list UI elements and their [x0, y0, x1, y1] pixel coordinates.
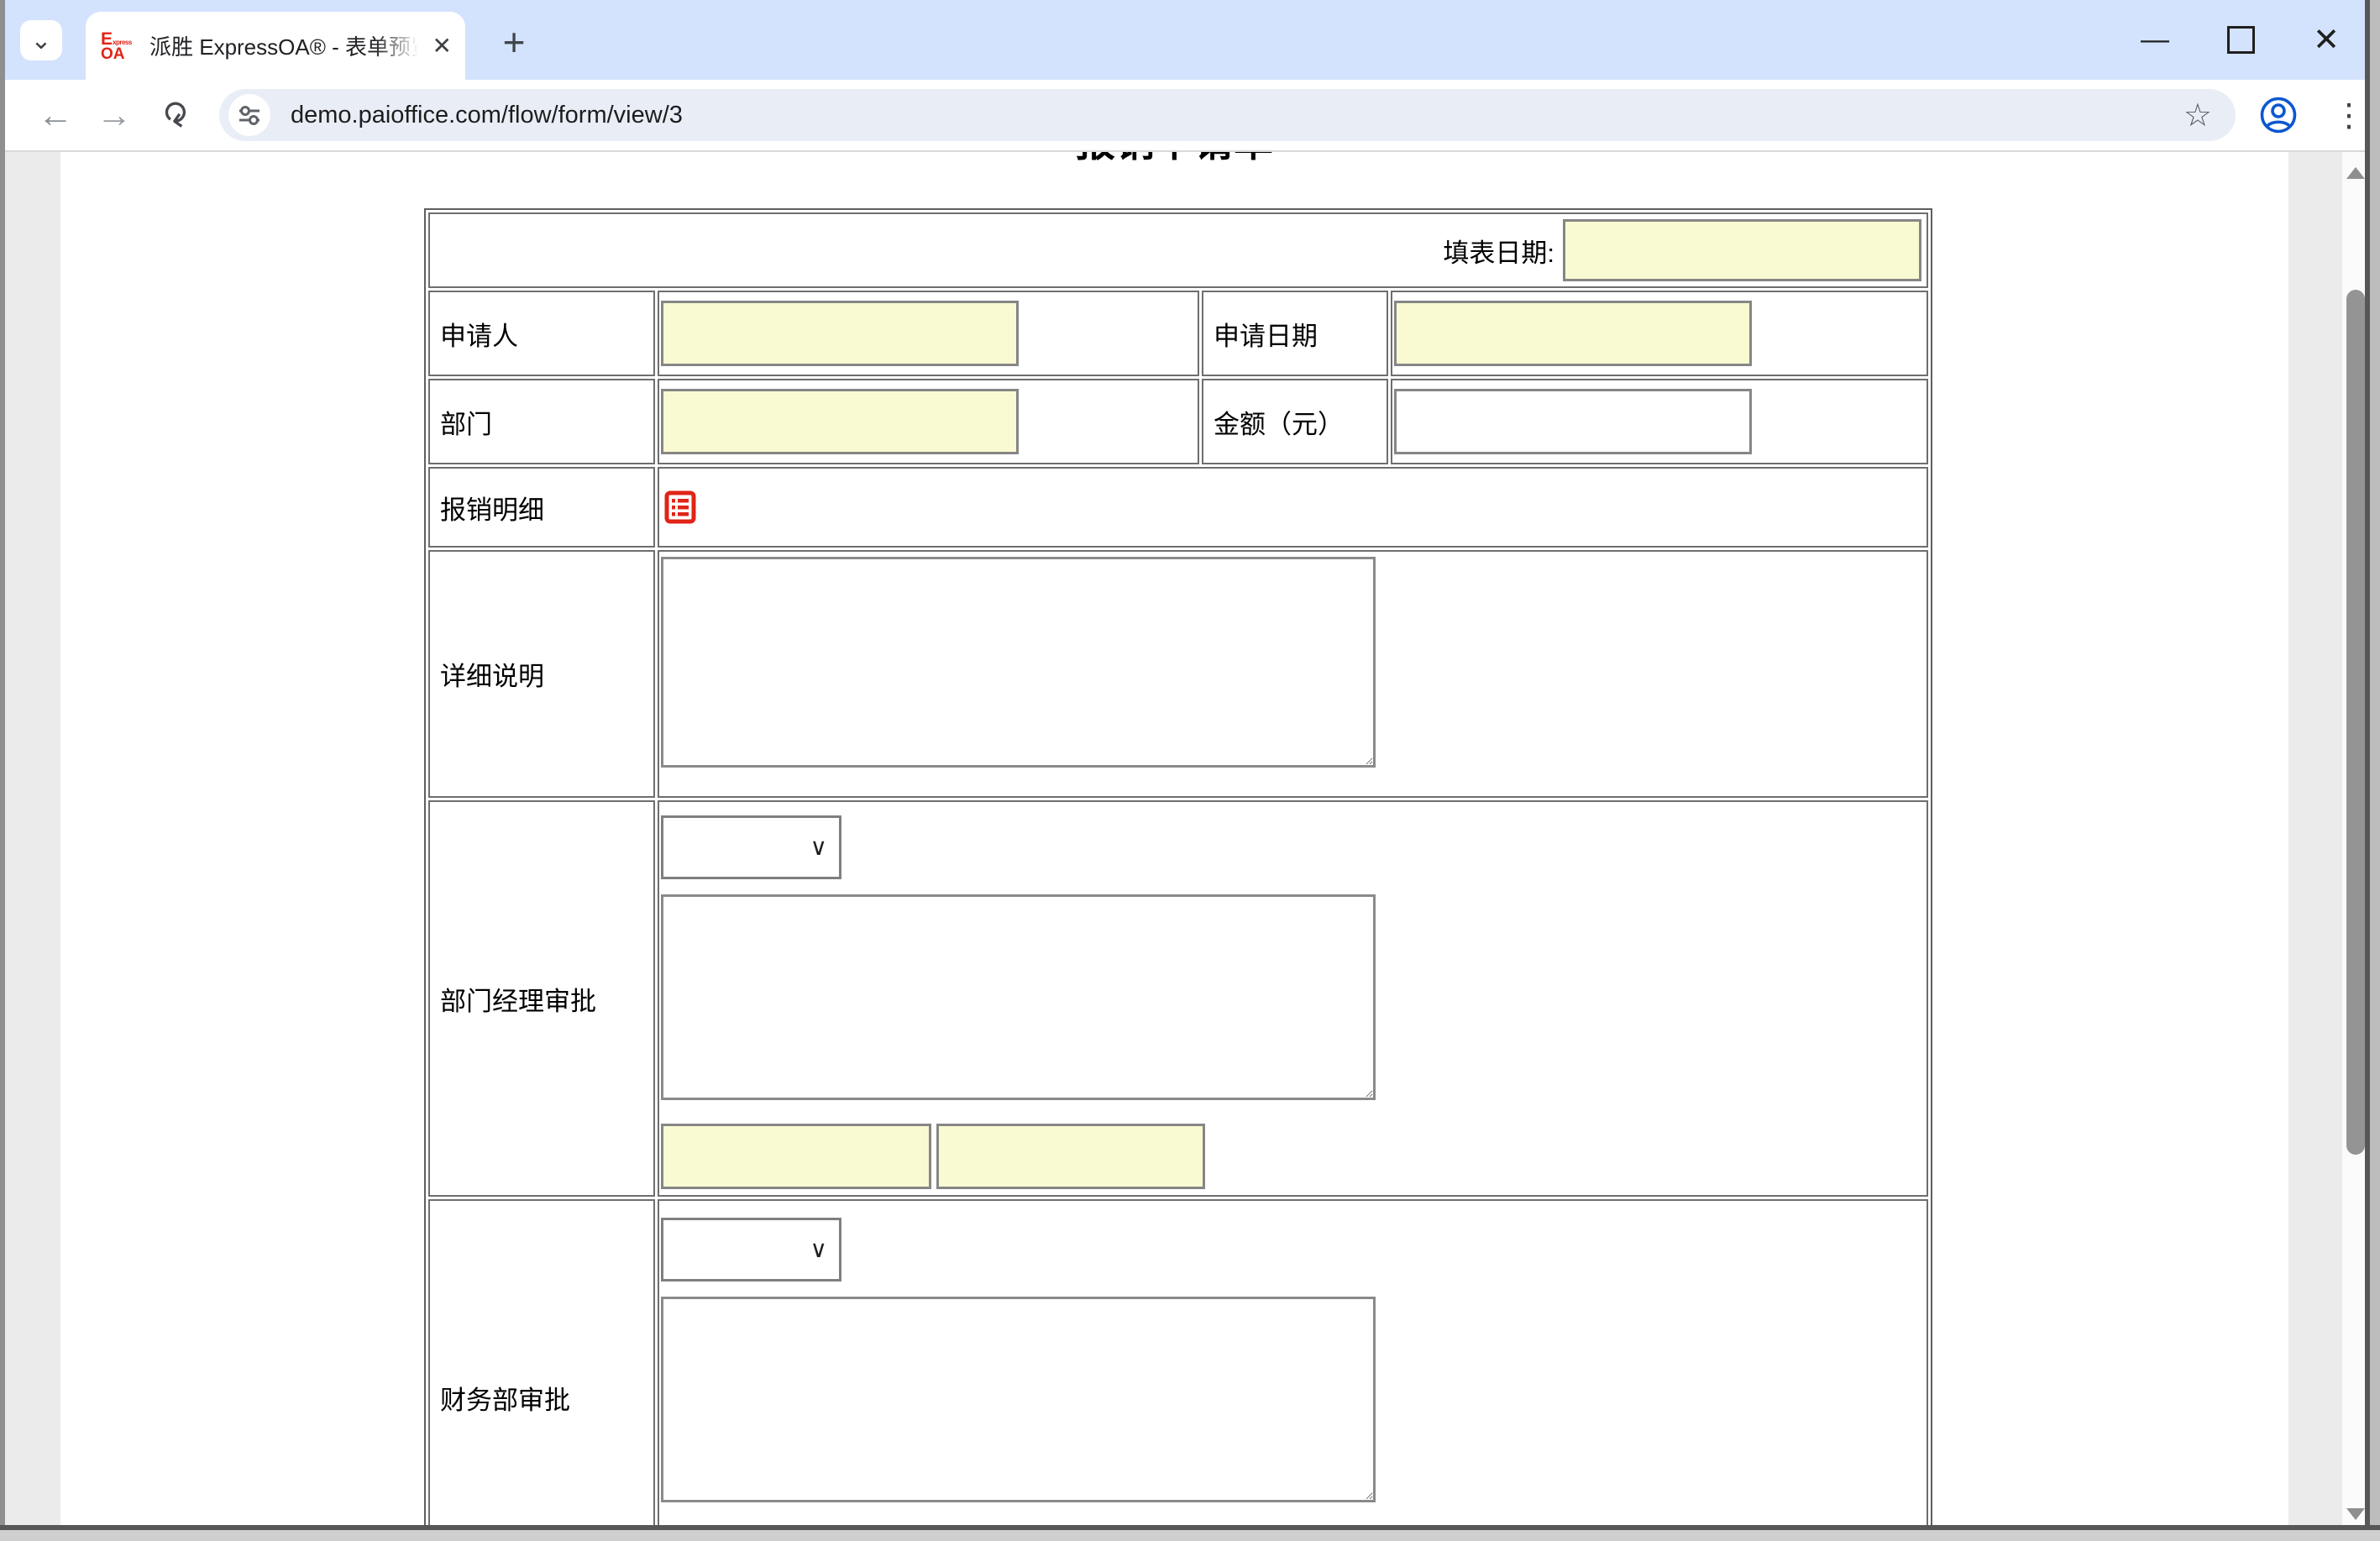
tab-strip: ⌄ Express OA 派胜 ExpressOA® - 表单预览 ✕ + — … [5, 0, 2370, 80]
maximize-button[interactable] [2224, 24, 2257, 57]
form-sheet: 报销申请单 填表日期: 申请人 申请日期 [60, 152, 2288, 1530]
description-textarea[interactable] [661, 557, 1376, 768]
maximize-icon [2227, 26, 2255, 54]
dept-manager-opinion-textarea[interactable] [661, 894, 1376, 1100]
page-viewport: 报销申请单 填表日期: 申请人 申请日期 [5, 152, 2370, 1530]
reload-icon: ⟳ [153, 97, 196, 132]
chevron-down-icon: ∨ [810, 833, 828, 861]
fill-date-row: 填表日期: [428, 212, 1928, 288]
url-text[interactable]: demo.paioffice.com/flow/form/view/3 [291, 102, 2183, 129]
amount-input[interactable] [1394, 389, 1752, 454]
expressoa-favicon-icon: Express OA [101, 30, 138, 62]
finance-opinion-textarea[interactable] [661, 1297, 1376, 1502]
dept-manager-sign-input[interactable] [661, 1124, 931, 1189]
fill-date-input[interactable] [1563, 219, 1921, 281]
window-border-right [2365, 0, 2380, 1541]
bookmark-star-icon[interactable]: ☆ [2183, 97, 2212, 134]
amount-label: 金额（元） [1202, 379, 1388, 464]
window-border-left [0, 0, 5, 1541]
scroll-up-arrow-icon[interactable] [2346, 167, 2365, 179]
plus-icon: + [503, 19, 526, 65]
fill-date-label: 填表日期: [1443, 232, 1554, 270]
dept-manager-approval-label: 部门经理审批 [428, 800, 655, 1197]
chevron-down-icon: ⌄ [30, 26, 51, 55]
dept-manager-date-input[interactable] [936, 1124, 1205, 1189]
applicant-label: 申请人 [428, 291, 655, 376]
tab-title: 派胜 ExpressOA® - 表单预览 [149, 30, 424, 61]
description-label: 详细说明 [428, 550, 655, 798]
back-button[interactable]: ← [30, 80, 81, 150]
apply-date-label: 申请日期 [1202, 291, 1388, 376]
browser-menu-button[interactable]: ⋮ [2330, 80, 2368, 150]
finance-approval-label: 财务部审批 [428, 1199, 655, 1530]
expense-detail-label: 报销明细 [428, 467, 655, 548]
scroll-down-arrow-icon[interactable] [2346, 1508, 2365, 1520]
expense-form-table: 填表日期: 申请人 申请日期 部门 金额（元） [424, 208, 1932, 1530]
browser-window: ⌄ Express OA 派胜 ExpressOA® - 表单预览 ✕ + — … [0, 0, 2380, 1541]
department-input[interactable] [661, 389, 1019, 454]
forward-button[interactable]: → [89, 80, 139, 150]
finance-approval-select[interactable]: ∨ [661, 1218, 841, 1282]
three-dots-icon: ⋮ [2333, 97, 2365, 134]
applicant-input[interactable] [661, 301, 1019, 366]
new-tab-button[interactable]: + [490, 18, 537, 66]
window-border-bottom [0, 1525, 2380, 1541]
page-title: 报销申请单 [60, 152, 2288, 165]
department-label: 部门 [428, 379, 655, 464]
tab-search-button[interactable]: ⌄ [20, 20, 62, 60]
scrollbar-thumb[interactable] [2346, 290, 2365, 1155]
apply-date-input[interactable] [1394, 301, 1752, 366]
detail-list-icon[interactable] [664, 488, 696, 527]
chevron-down-icon: ∨ [810, 1235, 828, 1263]
minimize-button[interactable]: — [2138, 24, 2172, 57]
browser-toolbar: ← → ⟳ demo.paioffice.com/flow/form/view/… [5, 80, 2370, 152]
profile-button[interactable] [2257, 80, 2299, 150]
address-bar[interactable]: demo.paioffice.com/flow/form/view/3 ☆ [219, 89, 2236, 141]
tab-close-icon[interactable]: ✕ [432, 32, 452, 60]
window-controls: — ✕ [2138, 0, 2358, 80]
browser-tab[interactable]: Express OA 派胜 ExpressOA® - 表单预览 ✕ [86, 12, 465, 80]
site-settings-button[interactable] [228, 94, 270, 136]
forward-arrow-icon: → [97, 95, 132, 135]
reload-button[interactable]: ⟳ [135, 84, 213, 146]
avatar-icon [2259, 96, 2298, 134]
window-close-button[interactable]: ✕ [2309, 24, 2343, 57]
dept-manager-approval-select[interactable]: ∨ [661, 815, 841, 879]
tune-icon [237, 102, 262, 128]
back-arrow-icon: ← [38, 95, 73, 135]
